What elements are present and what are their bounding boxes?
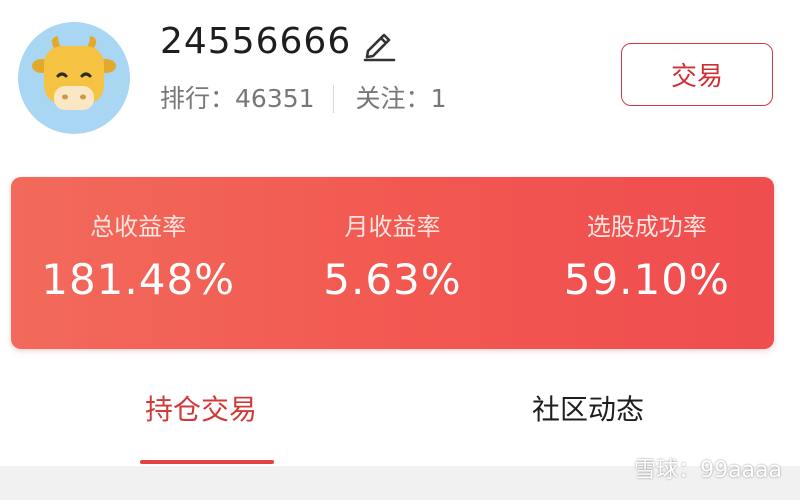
tab-holdings-trades[interactable]: 持仓交易	[145, 390, 257, 430]
username: 24556666	[160, 21, 352, 62]
pencil-icon[interactable]	[360, 25, 398, 63]
cow-face-icon	[32, 36, 116, 110]
stat-label: 总收益率	[90, 213, 187, 241]
avatar[interactable]	[18, 22, 130, 134]
stats-card: 总收益率 181.48% 月收益率 5.63% 选股成功率 59.10%	[11, 177, 774, 349]
tab-community-feed[interactable]: 社区动态	[532, 390, 644, 430]
meta-divider	[332, 85, 334, 113]
active-tab-indicator	[140, 460, 274, 464]
stat-label: 选股成功率	[586, 213, 707, 241]
stat-value: 181.48%	[41, 255, 236, 304]
rank-value: 46351	[235, 84, 315, 113]
rank-label: 排行：	[160, 84, 236, 113]
watermark-text: 雪球：99aaaa	[634, 458, 782, 483]
profile-meta: 排行： 46351 关注： 1	[160, 82, 446, 116]
follow-label[interactable]: 关注：	[356, 82, 431, 116]
stat-total-return: 总收益率 181.48%	[18, 177, 258, 305]
stat-value: 5.63%	[323, 255, 462, 304]
stat-pick-success: 选股成功率 59.10%	[527, 177, 767, 305]
watermark: 雪球：99aaaa	[634, 452, 782, 484]
follow-count[interactable]: 1	[431, 82, 447, 116]
stat-monthly-return: 月收益率 5.63%	[272, 177, 512, 305]
trade-button[interactable]: 交易	[621, 43, 773, 106]
stat-label: 月收益率	[344, 213, 441, 241]
stat-value: 59.10%	[563, 255, 730, 304]
